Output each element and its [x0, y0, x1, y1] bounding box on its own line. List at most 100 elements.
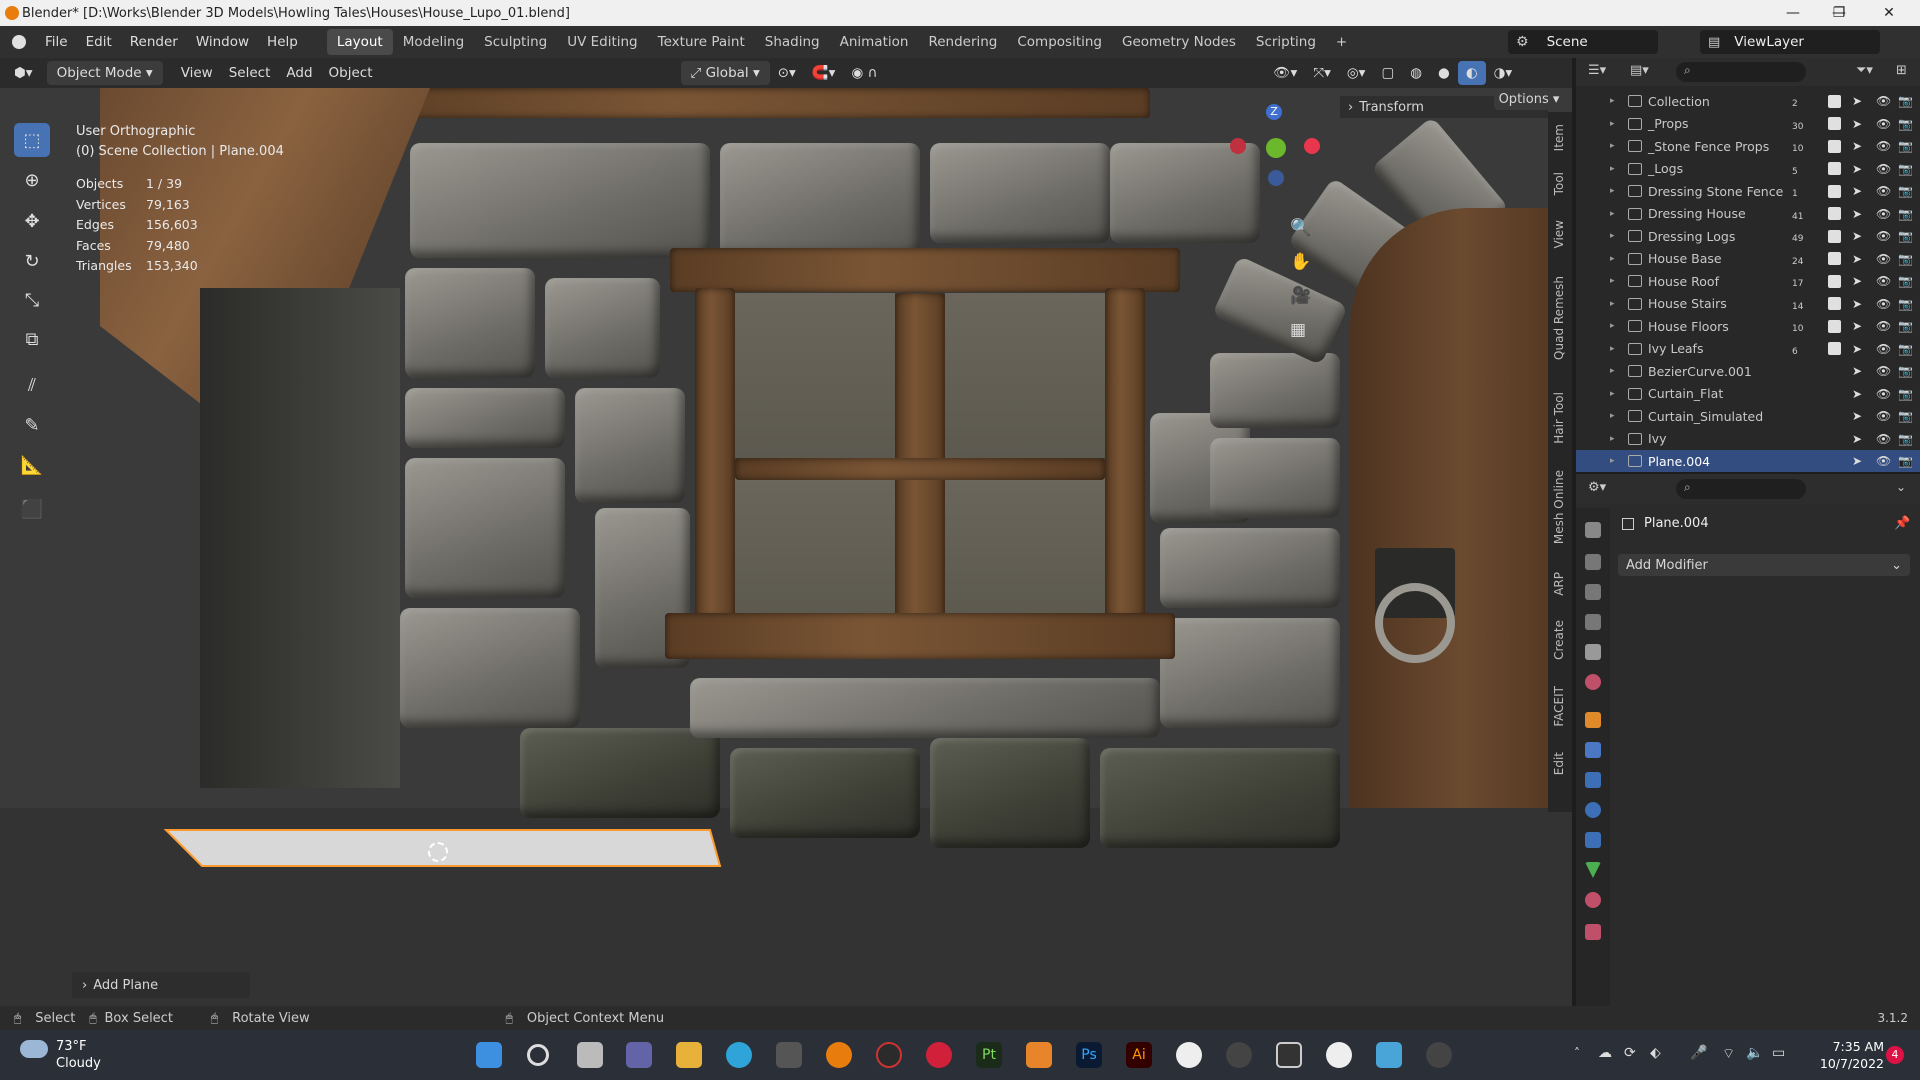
file-explorer-icon[interactable] — [676, 1042, 702, 1068]
selectable-arrow-icon[interactable]: ➤ — [1852, 454, 1862, 468]
texture-properties-icon[interactable] — [1585, 924, 1601, 940]
render-camera-icon[interactable]: 📷 — [1898, 117, 1913, 131]
outliner-row[interactable]: ▸ House Roof 17 ➤ 👁 📷 — [1576, 270, 1920, 292]
menu-view[interactable]: View — [173, 61, 221, 85]
shading-material-icon[interactable]: ◐ — [1457, 61, 1486, 85]
outliner-row[interactable]: ▸ Ivy ➤ 👁 📷 — [1576, 428, 1920, 450]
menu-file[interactable]: File — [36, 26, 77, 58]
notification-badge[interactable]: 4 — [1886, 1046, 1904, 1064]
view-layer-selector[interactable]: ▤ ViewLayer — [1700, 30, 1880, 54]
workspace-tab-layout[interactable]: Layout — [326, 29, 393, 55]
tray-chevron-up-icon[interactable]: ˄ — [1574, 1046, 1580, 1060]
options-dropdown[interactable]: Options ▾ — [1494, 88, 1564, 110]
exclude-checkbox[interactable] — [1828, 319, 1841, 333]
screenshot-app-icon[interactable] — [1276, 1042, 1302, 1068]
workspace-tab-uv-editing[interactable]: UV Editing — [557, 29, 647, 55]
visibility-eye-icon[interactable]: 👁 — [1876, 432, 1891, 446]
selectable-arrow-icon[interactable]: ➤ — [1852, 252, 1862, 266]
workspace-tab-shading[interactable]: Shading — [755, 29, 830, 55]
expand-arrow-icon[interactable]: ▸ — [1610, 141, 1615, 151]
visibility-icon[interactable]: 👁▾ — [1265, 61, 1305, 85]
blender-menu-icon[interactable] — [12, 35, 26, 49]
outliner-row[interactable]: ▸ Curtain_Simulated ➤ 👁 📷 — [1576, 405, 1920, 427]
microphone-icon[interactable]: 🎤 — [1690, 1045, 1707, 1061]
mesh-data-properties-icon[interactable] — [1585, 862, 1601, 878]
transform-tool-icon[interactable]: ⧉ — [14, 322, 50, 356]
sidebar-tab-hair-tool[interactable]: Hair Tool — [1552, 392, 1566, 444]
sidebar-tab-faceit[interactable]: FACEIT — [1552, 686, 1566, 727]
render-camera-icon[interactable]: 📷 — [1898, 364, 1913, 378]
annotate-line-tool-icon[interactable]: ✎ — [14, 408, 50, 442]
task-view-icon[interactable] — [577, 1042, 603, 1068]
expand-arrow-icon[interactable]: ▸ — [1610, 231, 1615, 241]
exclude-checkbox[interactable] — [1828, 252, 1841, 265]
filter-icon[interactable]: ⏷▾ — [1856, 63, 1873, 78]
obs-app-icon[interactable] — [876, 1042, 902, 1068]
visibility-eye-icon[interactable]: 👁 — [1876, 297, 1891, 311]
render-camera-icon[interactable]: 📷 — [1898, 409, 1913, 423]
expand-arrow-icon[interactable]: ▸ — [1610, 299, 1615, 309]
recording-app-icon[interactable] — [926, 1042, 952, 1068]
clock[interactable]: 7:35 AM 10/7/2022 — [1812, 1038, 1884, 1072]
blender-taskbar-icon[interactable] — [826, 1042, 852, 1068]
sidebar-tab-item[interactable]: Item — [1552, 124, 1566, 151]
exclude-checkbox[interactable] — [1828, 297, 1841, 310]
edge-browser-icon[interactable] — [726, 1042, 752, 1068]
world-properties-icon[interactable] — [1585, 674, 1601, 690]
exclude-checkbox[interactable] — [1828, 139, 1841, 153]
unreal-engine-icon[interactable] — [1326, 1042, 1352, 1068]
outliner-search-input[interactable]: ⌕ — [1676, 62, 1806, 82]
render-camera-icon[interactable]: 📷 — [1898, 319, 1913, 333]
new-collection-icon[interactable]: ⊞ — [1896, 63, 1907, 78]
properties-search-input[interactable]: ⌕ — [1676, 479, 1806, 499]
annotate-tool-icon[interactable]: ⫽ — [14, 368, 50, 402]
sidebar-tab-tool[interactable]: Tool — [1552, 172, 1566, 195]
expand-arrow-icon[interactable]: ▸ — [1610, 96, 1615, 106]
constraints-properties-icon[interactable] — [1585, 832, 1601, 848]
exclude-checkbox[interactable] — [1828, 274, 1841, 288]
display-mode-icon[interactable]: ▤▾ — [1630, 63, 1649, 78]
workspace-tab-rendering[interactable]: Rendering — [918, 29, 1007, 55]
selectable-arrow-icon[interactable]: ➤ — [1852, 184, 1862, 198]
notepad-icon[interactable] — [1376, 1042, 1402, 1068]
expand-arrow-icon[interactable]: ▸ — [1610, 389, 1615, 399]
volume-icon[interactable]: 🔈 — [1746, 1045, 1763, 1061]
outliner-editor-icon[interactable]: ☰▾ — [1588, 63, 1606, 78]
expand-arrow-icon[interactable]: ▸ — [1610, 366, 1615, 376]
unity-app-icon[interactable] — [776, 1042, 802, 1068]
exclude-checkbox[interactable] — [1828, 117, 1841, 130]
expand-arrow-icon[interactable]: ▸ — [1610, 209, 1615, 219]
workspace-tab-geometry-nodes[interactable]: Geometry Nodes — [1112, 29, 1246, 55]
navigation-gizmo[interactable]: Z — [1226, 104, 1326, 206]
render-camera-icon[interactable]: 📷 — [1898, 454, 1913, 468]
outliner-row[interactable]: ▸ _Logs 5 ➤ 👁 📷 — [1576, 158, 1920, 180]
workspace-tab-sculpting[interactable]: Sculpting — [474, 29, 557, 55]
chrome-like-icon[interactable] — [1226, 1042, 1252, 1068]
expand-arrow-icon[interactable]: ▸ — [1610, 276, 1615, 286]
workspace-tab-scripting[interactable]: Scripting — [1246, 29, 1326, 55]
render-camera-icon[interactable]: 📷 — [1898, 342, 1913, 356]
menu-edit[interactable]: Edit — [77, 26, 121, 58]
expand-arrow-icon[interactable]: ▸ — [1610, 456, 1615, 466]
scale-tool-icon[interactable]: ⤡ — [14, 283, 50, 317]
render-camera-icon[interactable]: 📷 — [1898, 207, 1913, 221]
material-properties-icon[interactable] — [1585, 892, 1601, 908]
outliner-row[interactable]: ▸ House Floors 10 ➤ 👁 📷 — [1576, 315, 1920, 337]
selectable-arrow-icon[interactable]: ➤ — [1852, 409, 1862, 423]
maximize-window-button[interactable]: ❐ — [1816, 0, 1862, 26]
visibility-eye-icon[interactable]: 👁 — [1876, 139, 1891, 153]
modifier-properties-icon[interactable] — [1585, 742, 1601, 758]
zoom-icon[interactable]: 🔍 — [1290, 218, 1311, 238]
visibility-eye-icon[interactable]: 👁 — [1876, 342, 1891, 356]
gizmo-z-axis[interactable]: Z — [1266, 104, 1282, 120]
pivot-icon[interactable]: ⊙▾ — [770, 61, 804, 85]
object-properties-icon[interactable] — [1585, 712, 1601, 728]
battery-icon[interactable]: ▭ — [1772, 1045, 1785, 1061]
tool-properties-icon[interactable] — [1585, 522, 1601, 538]
expand-arrow-icon[interactable]: ▸ — [1610, 119, 1615, 129]
render-camera-icon[interactable]: 📷 — [1898, 229, 1913, 243]
chevron-down-icon[interactable]: ⌄ — [1896, 480, 1906, 494]
selectable-arrow-icon[interactable]: ➤ — [1852, 319, 1862, 333]
add-modifier-dropdown[interactable]: Add Modifier ⌄ — [1618, 554, 1910, 576]
illustrator-icon[interactable]: Ai — [1126, 1042, 1152, 1068]
